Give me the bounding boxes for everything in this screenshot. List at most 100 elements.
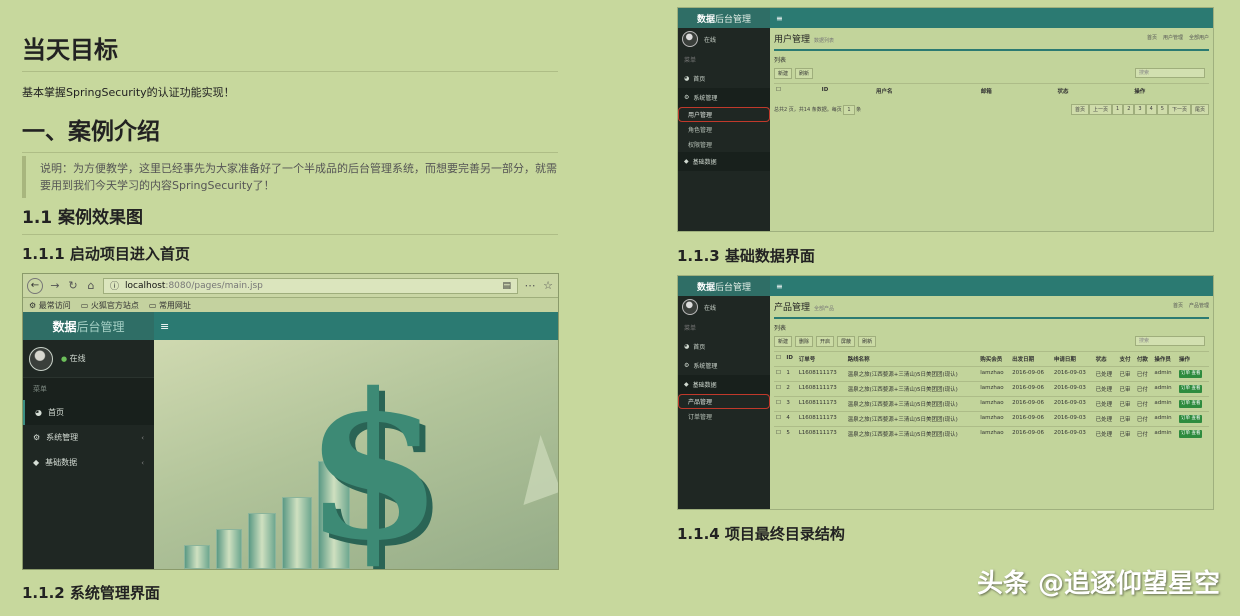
pagination: 首页 上一页 1 2 3 4 5 下一页 尾页 (1071, 104, 1209, 115)
browser-toolbar: ← → ↻ ⌂ ⓘ localhost:8080/pages/main.jsp … (23, 274, 558, 298)
hero-image: $ (154, 340, 558, 569)
table-cell: L1608111173 (796, 426, 846, 441)
table-cell: admin (1152, 381, 1178, 397)
section-label: 列表 (774, 57, 787, 64)
heading-base-data: 1.1.3 基础数据界面 (677, 247, 815, 265)
url-host: localhost (125, 280, 166, 291)
home-icon[interactable]: ⌂ (85, 279, 97, 292)
page-subtitle: 数据列表 (814, 38, 835, 44)
reader-icon[interactable]: ▤ (502, 281, 511, 291)
order-view-button: 订单 查看 (1179, 430, 1203, 438)
bookmark-item[interactable]: ▭ 火狐官方站点 (81, 300, 139, 311)
sidebar: 在线 菜单 ◕ 首页 ⚙ 系统管理 用户管理 角色管理 权限管理 ◆ 基础数据 (678, 28, 770, 231)
table-cell: lamzhao (978, 426, 1011, 441)
table-cell: 温泉之旅(江西婺源+三清山)5日美团团(现认) (845, 366, 979, 382)
submenu-user-mgmt: 用户管理 (678, 107, 770, 122)
table-cell: 订单 查看 (1177, 396, 1209, 412)
table-cell: 已处理 (1093, 426, 1118, 441)
table-cell: 已审 (1117, 411, 1135, 427)
table-cell: 已处理 (1093, 411, 1118, 427)
table-cell: 已处理 (1093, 396, 1118, 412)
table-cell: 温泉之旅(江西婺源+三清山)5日美团团(现认) (845, 396, 979, 412)
reload-icon[interactable]: ↻ (67, 279, 79, 292)
product-table: ☐ ID 订单号 路线名称 购买会员 出发日期 申请日期 状态 支付 付款 操作员 操作 ☐ 1 L16… (774, 351, 1209, 441)
new-button: 新建 (774, 68, 793, 79)
refresh-button: 刷新 (795, 68, 814, 79)
breadcrumb: 首页 用户管理 全部用户 (1146, 35, 1209, 41)
hamburger-icon[interactable]: ≡ (160, 320, 169, 333)
hamburger-icon: ≡ (776, 13, 783, 23)
enable-button: 开启 (816, 336, 835, 347)
bookmark-item[interactable]: ⚙ 最常访问 (29, 300, 71, 311)
page-title: 产品管理 (774, 303, 811, 313)
heading-system-mgmt: 1.1.2 系统管理界面 (22, 584, 160, 602)
order-view-button: 订单 查看 (1179, 385, 1203, 393)
app-logo: 数据 后台管理 (678, 276, 770, 296)
url-bar[interactable]: ⓘ localhost:8080/pages/main.jsp ▤ (103, 277, 518, 294)
dollar-icon: $ (304, 350, 444, 569)
heading-dir-structure: 1.1.4 项目最终目录结构 (677, 525, 845, 543)
sidebar-item-system: ⚙ 系统管理 (684, 362, 718, 370)
submenu-role-mgmt: 角色管理 (688, 127, 713, 134)
table-cell: admin (1152, 366, 1178, 382)
table-cell: 订单 查看 (1177, 411, 1209, 427)
star-icon[interactable]: ☆ (542, 279, 554, 292)
table-cell: 温泉之旅(江西婺源+三清山)5日美团团(现认) (845, 411, 979, 427)
table-cell: 2016-09-03 (1051, 381, 1094, 397)
cogs-icon: ⚙ (684, 94, 690, 101)
table-cell: ☐ (774, 396, 785, 412)
section-label: 列表 (774, 325, 787, 332)
table-cell: 2016-09-03 (1051, 396, 1094, 412)
user-status: 在线 (69, 354, 86, 363)
table-cell: 2 (784, 381, 797, 397)
sidebar: ● 在线 菜单 ◕ 首页 ⚙ 系统管理 ‹ ◆ 基础数据 ‹ (23, 340, 154, 569)
table-cell: lamzhao (978, 381, 1011, 397)
table-cell: ☐ (774, 366, 785, 382)
table-cell: 已审 (1117, 366, 1135, 382)
app-logo[interactable]: 数据 后台管理 (23, 312, 154, 340)
table-row: ☐ 3 L1608111173 温泉之旅(江西婺源+三清山)5日美团团(现认) lamz… (774, 396, 1209, 412)
doc-left: 当天目标 基本掌握SpringSecurity的认证功能实现！ (22, 30, 558, 100)
bookmark-item[interactable]: ▭ 常用网址 (149, 300, 191, 311)
table-cell: admin (1152, 426, 1178, 441)
table-cell: ☐ (774, 426, 785, 441)
url-path: :8080/pages/main.jsp (165, 280, 263, 291)
hamburger-icon: ≡ (776, 281, 783, 291)
sidebar: 在线 菜单 ◕ 首页 ⚙ 系统管理 ◆ 基础数据 产品管理 订单管理 (678, 296, 770, 509)
heading-effect: 1.1 案例效果图 (22, 203, 558, 235)
forward-icon[interactable]: → (49, 279, 61, 292)
dashboard-icon: ◕ (35, 408, 42, 417)
search-input: 搜索 (1135, 336, 1205, 346)
arrow-icon (502, 434, 558, 506)
user-panel: ● 在线 (23, 340, 154, 378)
app-header: 数据 后台管理 ≡ (23, 312, 558, 340)
screenshot-user-mgmt: 数据 后台管理 ≡ 在线 菜单 ◕ 首页 ⚙ 系统管理 用户管理 角色管理 权限管理 ◆… (677, 7, 1214, 232)
submenu-order-mgmt: 订单管理 (688, 414, 713, 421)
table-cell: ☐ (774, 411, 785, 427)
table-cell: 已付 (1134, 396, 1153, 412)
sidebar-item-system[interactable]: ⚙ 系统管理 ‹ (23, 425, 154, 450)
sidebar-item-system: ⚙ 系统管理 (678, 88, 770, 107)
admin-app: 数据 后台管理 ≡ ● 在线 菜单 ◕ 首页 ⚙ 系统管理 ‹ ◆ 基础数据 ‹… (23, 312, 558, 569)
table-cell: 温泉之旅(江西婺源+三清山)5日美团团(现认) (845, 426, 979, 441)
page-title: 用户管理 (774, 35, 811, 45)
browser-window: ← → ↻ ⌂ ⓘ localhost:8080/pages/main.jsp … (22, 273, 559, 570)
hero-bar (248, 513, 276, 569)
search-input: 搜索 (1135, 68, 1205, 78)
cogs-icon: ⚙ (33, 433, 41, 442)
sidebar-item-basedata[interactable]: ◆ 基础数据 ‹ (23, 450, 154, 475)
info-icon: ⓘ (110, 282, 120, 292)
sidebar-item-basedata: ◆ 基础数据 (678, 375, 770, 394)
table-cell: 3 (784, 396, 797, 412)
table-cell: 1 (784, 366, 797, 382)
sidebar-item-home[interactable]: ◕ 首页 (23, 400, 154, 425)
table-cell: 2016-09-03 (1051, 426, 1094, 441)
table-cell: 4 (784, 411, 797, 427)
avatar (682, 299, 698, 315)
table-row: ☐ 4 L1608111173 温泉之旅(江西婺源+三清山)5日美团团(现认) lamz… (774, 411, 1209, 427)
chevron-left-icon: ‹ (141, 458, 144, 467)
heading-goal: 当天目标 (22, 30, 558, 72)
more-icon[interactable]: ⋯ (524, 279, 536, 292)
dashboard-icon: ◕ (684, 75, 690, 82)
back-icon[interactable]: ← (27, 277, 43, 294)
